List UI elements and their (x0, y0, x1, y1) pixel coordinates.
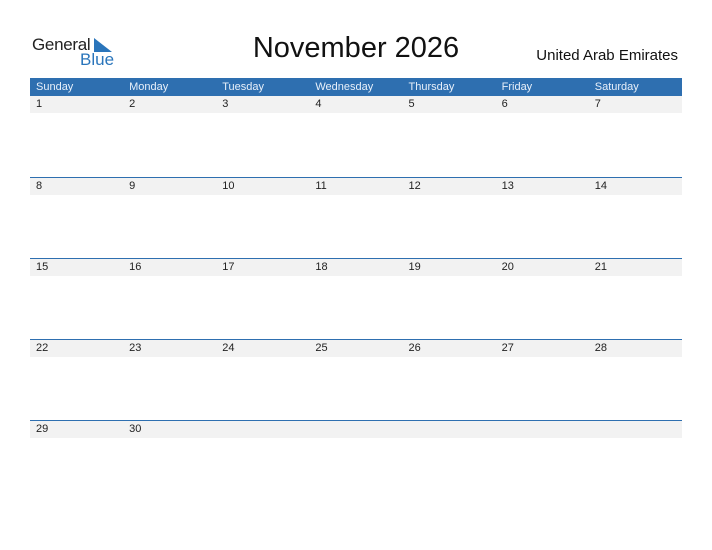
day-cell: 27 (501, 342, 514, 354)
day-cell: 28 (594, 342, 607, 354)
week-row: 29 30 (30, 420, 682, 501)
weekday-tuesday: Tuesday (222, 81, 265, 93)
day-cell: 2 (129, 98, 136, 110)
day-cell (403, 421, 496, 438)
day-cell: 8 (36, 180, 43, 192)
day-number-row: 8 9 10 11 12 13 14 (30, 177, 682, 195)
day-number-row: 29 30 (30, 420, 682, 438)
day-cell: 9 (129, 180, 136, 192)
week-row: 22 23 24 25 26 27 28 (30, 339, 682, 420)
day-cell: 19 (408, 261, 421, 273)
day-cell: 4 (315, 98, 322, 110)
day-number-row: 1 2 3 4 5 6 7 (30, 96, 682, 113)
weekday-wednesday: Wednesday (315, 81, 374, 93)
weekday-monday: Monday (129, 81, 169, 93)
week-row: 15 16 17 18 19 20 21 (30, 258, 682, 339)
day-number-row: 15 16 17 18 19 20 21 (30, 258, 682, 276)
weekday-thursday: Thursday (408, 81, 455, 93)
day-cell: 29 (36, 423, 49, 435)
day-cell (309, 421, 402, 438)
weekday-saturday: Saturday (594, 81, 639, 93)
week-row: 8 9 10 11 12 13 14 (30, 177, 682, 258)
day-cell: 17 (222, 261, 235, 273)
day-cell: 25 (315, 342, 328, 354)
day-cell: 3 (222, 98, 229, 110)
week-row: 1 2 3 4 5 6 7 (30, 96, 682, 177)
weekday-header-row: Sunday Monday Tuesday Wednesday Thursday… (30, 78, 682, 96)
day-cell: 15 (36, 261, 49, 273)
day-cell: 7 (594, 98, 601, 110)
day-cell: 26 (408, 342, 421, 354)
day-cell: 24 (222, 342, 235, 354)
day-cell: 23 (129, 342, 142, 354)
day-cell: 16 (129, 261, 142, 273)
weekday-sunday: Sunday (36, 81, 74, 93)
day-cell: 10 (222, 180, 235, 192)
day-number-row: 22 23 24 25 26 27 28 (30, 339, 682, 357)
day-cell: 13 (501, 180, 514, 192)
calendar-grid: Sunday Monday Tuesday Wednesday Thursday… (30, 78, 682, 501)
day-cell: 14 (594, 180, 607, 192)
day-cell: 1 (36, 98, 43, 110)
day-cell: 20 (501, 261, 514, 273)
country-label: United Arab Emirates (536, 47, 678, 64)
day-cell: 11 (315, 180, 327, 192)
day-cell: 5 (408, 98, 415, 110)
day-cell: 12 (408, 180, 421, 192)
day-cell: 21 (594, 261, 607, 273)
day-cell: 30 (129, 423, 142, 435)
day-cell (496, 421, 589, 438)
day-cell: 6 (501, 98, 508, 110)
day-cell: 22 (36, 342, 49, 354)
month-year-title: November 2026 (252, 32, 460, 64)
day-cell: 18 (315, 261, 328, 273)
weekday-friday: Friday (501, 81, 533, 93)
day-cell (589, 421, 682, 438)
day-cell (216, 421, 309, 438)
